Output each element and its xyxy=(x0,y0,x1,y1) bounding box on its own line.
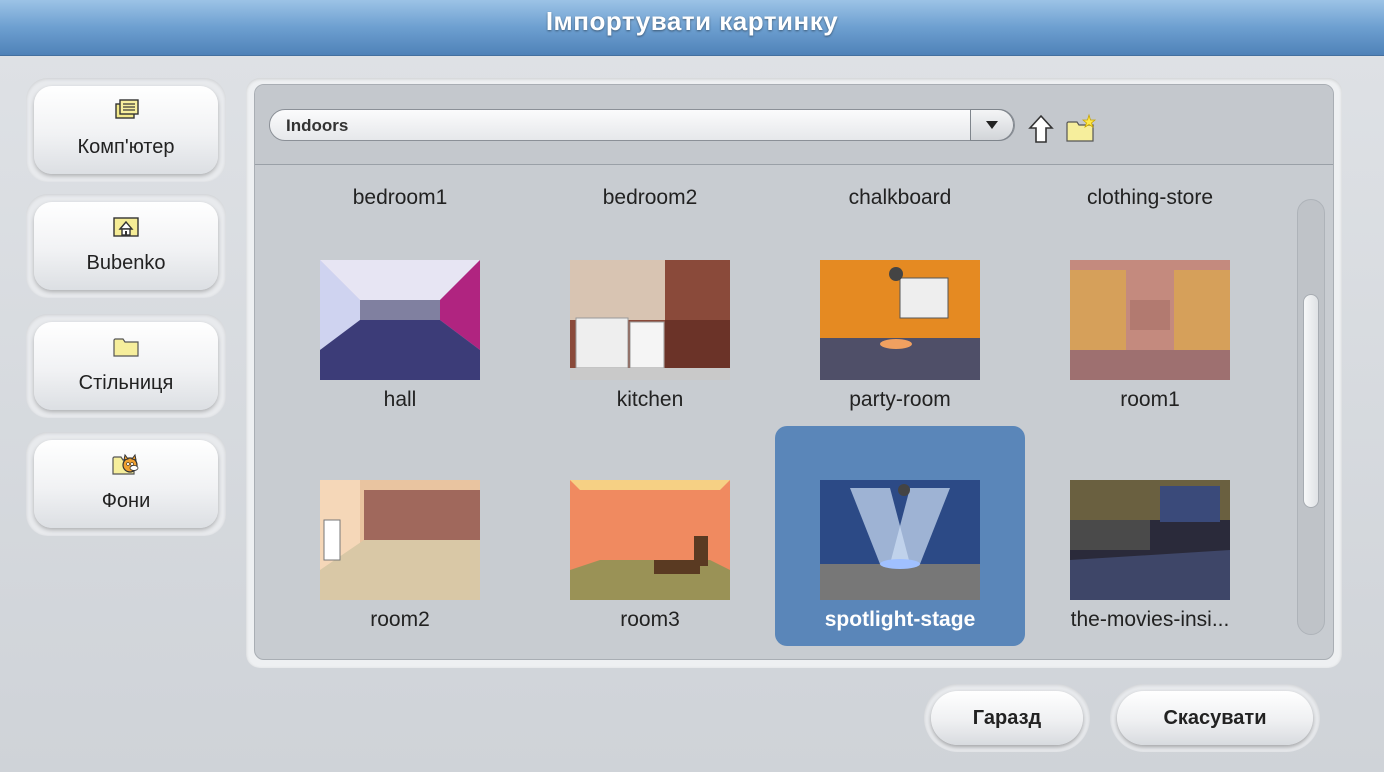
cancel-button-frame: Скасувати xyxy=(1110,684,1320,752)
room3-image xyxy=(570,480,730,600)
thumbnail-label: kitchen xyxy=(616,388,684,411)
thumbnail-label: room3 xyxy=(620,608,680,631)
room2-image xyxy=(320,480,480,600)
party-room-image xyxy=(820,260,980,380)
sidebar-item-home[interactable]: Bubenko xyxy=(34,202,218,290)
cancel-button[interactable]: Скасувати xyxy=(1117,691,1313,745)
ok-button-frame: Гаразд xyxy=(924,684,1090,752)
thumbnail-the-movies-inside[interactable]: the-movies-insi... xyxy=(1025,426,1275,646)
thumbnail-hall[interactable]: hall xyxy=(275,206,525,426)
thumbnail-kitchen[interactable]: kitchen xyxy=(525,206,775,426)
scrollbar-thumb[interactable] xyxy=(1303,294,1319,508)
thumbnail-room1[interactable]: room1 xyxy=(1025,206,1275,426)
thumbnail-label: party-room xyxy=(849,388,951,411)
thumbnail-label: room1 xyxy=(1120,388,1180,411)
sidebar-item-home-frame: Bubenko xyxy=(26,194,226,298)
kitchen-image xyxy=(570,260,730,380)
folder-dropdown-value: Indoors xyxy=(286,116,349,135)
scratch-cat-folder-icon xyxy=(112,453,139,475)
up-folder-icon[interactable] xyxy=(1025,113,1057,145)
thumbnail-grid: bedroom1 bedroom2 chalkboard clothing-st… xyxy=(255,166,1285,659)
spotlight-stage-image xyxy=(820,480,980,600)
thumbnail-room2[interactable]: room2 xyxy=(275,426,525,646)
sidebar-item-backgrounds-frame: Фони xyxy=(26,432,226,536)
hall-image xyxy=(320,260,480,380)
movies-inside-image xyxy=(1070,480,1230,600)
sidebar-item-computer[interactable]: Комп'ютер xyxy=(34,86,218,174)
sidebar-item-label: Комп'ютер xyxy=(77,136,175,158)
sidebar-item-backgrounds[interactable]: Фони xyxy=(34,440,218,528)
sidebar-item-computer-frame: Комп'ютер xyxy=(26,78,226,182)
ok-button[interactable]: Гаразд xyxy=(931,691,1083,745)
sidebar-item-desktop-frame: Стільниця xyxy=(26,314,226,418)
dialog-title: Імпортувати картинку xyxy=(545,6,839,36)
sidebar-item-label: Bubenko xyxy=(86,252,166,274)
file-browser-inner: Indoors bedroom1 bedroom2 chalkboard clo… xyxy=(254,84,1334,660)
thumbnail-label: the-movies-insi... xyxy=(1070,608,1230,631)
thumbnail-label: spotlight-stage xyxy=(824,608,976,631)
computer-icon xyxy=(115,99,139,119)
folder-dropdown[interactable]: Indoors xyxy=(269,109,1015,141)
home-folder-icon xyxy=(113,217,139,237)
title-bar: Імпортувати картинку xyxy=(0,0,1384,56)
thumbnail-label: room2 xyxy=(370,608,430,631)
browser-toolbar: Indoors xyxy=(255,85,1333,165)
sidebar-item-label: Фони xyxy=(101,490,151,512)
dropdown-toggle[interactable] xyxy=(970,109,1014,141)
thumbnail-label: hall xyxy=(383,388,417,411)
file-browser: Indoors bedroom1 bedroom2 chalkboard clo… xyxy=(246,78,1342,668)
thumbnail-spotlight-stage[interactable]: spotlight-stage xyxy=(775,426,1025,646)
sidebar-item-desktop[interactable]: Стільниця xyxy=(34,322,218,410)
sidebar-item-label: Стільниця xyxy=(78,372,174,394)
triangle-down-icon xyxy=(986,121,998,129)
thumbnail-party-room[interactable]: party-room xyxy=(775,206,1025,426)
room1-image xyxy=(1070,260,1230,380)
folder-icon xyxy=(113,338,139,357)
thumbnail-room3[interactable]: room3 xyxy=(525,426,775,646)
new-folder-icon[interactable] xyxy=(1065,113,1097,145)
import-image-dialog: Імпортувати картинку Комп'ютер Bubenko С… xyxy=(0,0,1384,772)
vertical-scrollbar[interactable] xyxy=(1297,199,1325,635)
